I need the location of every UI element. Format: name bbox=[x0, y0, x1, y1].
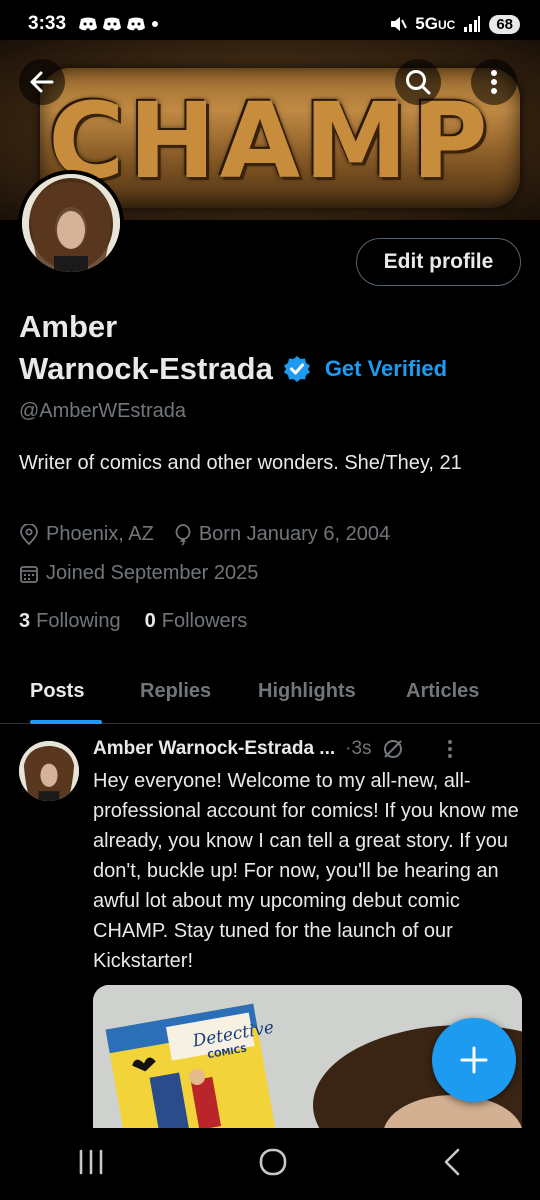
joined-row: Joined September 2025 bbox=[19, 562, 270, 585]
profile-tabs: Posts Replies Highlights Articles bbox=[0, 662, 540, 724]
post-timestamp: ·3s bbox=[345, 738, 372, 759]
verified-badge-icon[interactable] bbox=[283, 355, 311, 383]
name-line2: Warnock-Estrada bbox=[19, 351, 273, 386]
discord-icon bbox=[79, 17, 98, 31]
post-more-icon[interactable] bbox=[440, 738, 460, 760]
post-author-avatar[interactable] bbox=[19, 741, 79, 801]
following-count: 3 bbox=[19, 610, 31, 632]
tab-highlights[interactable]: Highlights bbox=[258, 680, 356, 703]
following-label: Following bbox=[36, 610, 121, 632]
location-text: Phoenix, AZ bbox=[46, 523, 154, 545]
recent-apps-icon bbox=[79, 1149, 102, 1174]
birthday-text: Born January 6, 2004 bbox=[198, 523, 391, 545]
home-icon bbox=[259, 1148, 287, 1175]
system-nav-bar bbox=[0, 1128, 540, 1200]
search-icon bbox=[406, 70, 431, 95]
signal-icon bbox=[464, 16, 481, 32]
search-button[interactable] bbox=[395, 59, 441, 105]
followers-link[interactable]: 0 Followers bbox=[145, 610, 248, 633]
post-body: Hey everyone! Welcome to my all-new, all… bbox=[93, 770, 519, 972]
status-right: 5GUC 68 bbox=[389, 14, 520, 34]
name-row: Warnock-Estrada Get Verified bbox=[19, 348, 447, 390]
profile-meta-row: Phoenix, AZ Born January 6, 2004 bbox=[19, 523, 402, 546]
profile-avatar[interactable] bbox=[18, 170, 124, 276]
user-handle: @AmberWEstrada bbox=[19, 400, 187, 422]
tab-posts[interactable]: Posts bbox=[30, 680, 84, 703]
avatar-image bbox=[22, 174, 120, 272]
mute-icon bbox=[391, 17, 408, 31]
birthday-item: Born January 6, 2004 bbox=[174, 523, 390, 546]
more-vertical-icon bbox=[491, 70, 497, 94]
system-back-button[interactable] bbox=[441, 1147, 463, 1182]
bio: Writer of comics and other wonders. She/… bbox=[19, 452, 462, 474]
follow-stats: 3 Following 0 Followers bbox=[19, 610, 247, 633]
name-line1: Amber bbox=[19, 309, 118, 344]
status-time: 3:33 bbox=[28, 13, 67, 34]
plus-icon bbox=[460, 1046, 488, 1074]
tab-articles[interactable]: Articles bbox=[406, 680, 479, 703]
discord-icon bbox=[103, 17, 122, 31]
joined-text: Joined September 2025 bbox=[46, 562, 259, 584]
followers-count: 0 bbox=[144, 610, 156, 632]
avatar-photo bbox=[22, 174, 120, 272]
home-button[interactable] bbox=[258, 1147, 288, 1182]
get-verified-link[interactable]: Get Verified bbox=[325, 348, 447, 390]
tab-replies[interactable]: Replies bbox=[140, 680, 211, 703]
joined-item: Joined September 2025 bbox=[19, 562, 258, 585]
followers-label: Followers bbox=[161, 610, 248, 632]
edit-profile-button[interactable]: Edit profile bbox=[356, 238, 521, 286]
grok-icon[interactable] bbox=[382, 738, 404, 760]
compose-post-button[interactable] bbox=[432, 1018, 516, 1102]
chevron-left-icon bbox=[445, 1148, 460, 1175]
location-pin-icon bbox=[20, 523, 38, 545]
discord-icon bbox=[127, 17, 146, 31]
status-bar: 3:33 5GUC 68 bbox=[0, 0, 540, 48]
display-name: Amber Warnock-Estrada Get Verified bbox=[19, 306, 447, 390]
balloon-icon bbox=[175, 523, 191, 546]
back-button[interactable] bbox=[19, 59, 65, 105]
battery-indicator: 68 bbox=[489, 14, 520, 34]
more-options-button[interactable] bbox=[471, 59, 517, 105]
recent-apps-button[interactable] bbox=[77, 1149, 105, 1180]
location-item: Phoenix, AZ bbox=[19, 523, 154, 546]
back-arrow-icon bbox=[30, 71, 54, 93]
dot-icon bbox=[152, 21, 159, 27]
network-type: 5GUC bbox=[415, 14, 456, 33]
calendar-icon bbox=[20, 565, 38, 583]
post-author-name[interactable]: Amber Warnock-Estrada ... bbox=[93, 738, 335, 760]
avatar-photo bbox=[19, 741, 79, 801]
notification-icons bbox=[78, 16, 160, 32]
active-tab-indicator bbox=[30, 720, 102, 724]
following-link[interactable]: 3 Following bbox=[19, 610, 121, 633]
post-header: Amber Warnock-Estrada ... ·3s bbox=[93, 738, 460, 760]
